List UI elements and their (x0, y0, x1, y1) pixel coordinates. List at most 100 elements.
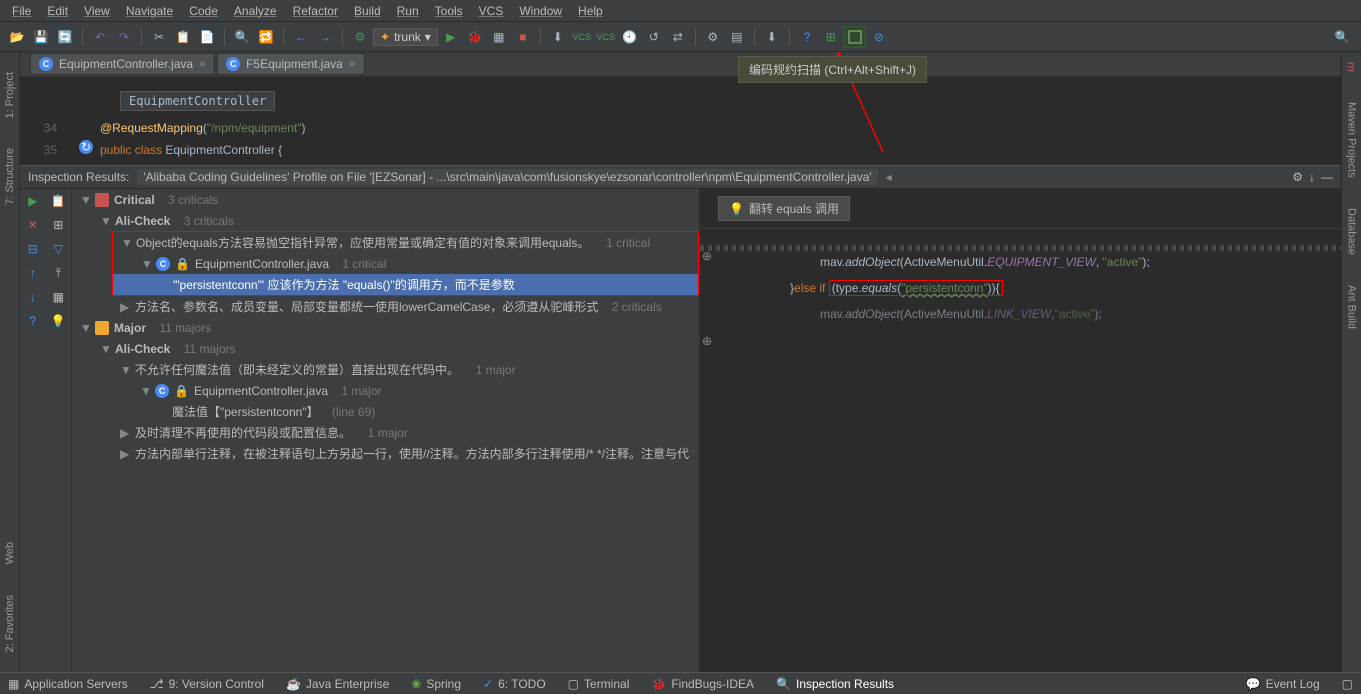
tool-database[interactable]: Database (1346, 208, 1358, 255)
menu-refactor[interactable]: Refactor (285, 2, 346, 20)
status-event-log[interactable]: 💬Event Log (1246, 677, 1320, 691)
help-icon[interactable]: ? (20, 309, 46, 333)
menu-code[interactable]: Code (181, 2, 226, 20)
tree-file[interactable]: ▼C 🔒 EquipmentController.java 1 critical (113, 253, 698, 274)
help-icon[interactable]: ? (796, 26, 818, 48)
menu-navigate[interactable]: Navigate (118, 2, 181, 20)
tree-issue-magic[interactable]: 魔法值【"persistentconn"】 (line 69) (72, 401, 699, 422)
build-icon[interactable]: ⚙ (349, 26, 371, 48)
replace-icon[interactable]: 🔁 (255, 26, 277, 48)
menu-vcs[interactable]: VCS (471, 2, 512, 20)
tool-maven[interactable]: m (1345, 62, 1359, 72)
menu-view[interactable]: View (76, 2, 118, 20)
tool-favorites[interactable]: 2: Favorites (4, 595, 16, 652)
tree-rule-camel[interactable]: ▶方法名、参数名、成员变量、局部变量都统一使用lowerCamelCase，必须… (72, 296, 699, 317)
inspection-tree[interactable]: ▼ Critical 3 criticals ▼Ali-Check 3 crit… (72, 189, 700, 672)
block-icon[interactable]: ⊘ (868, 26, 890, 48)
forward-icon[interactable]: → (314, 26, 336, 48)
tree-rule-comment[interactable]: ▶方法内部单行注释，在被注释语句上方另起一行，使用//注释。方法内部多行注释使用… (72, 443, 699, 464)
coverage-icon[interactable]: ▦ (488, 26, 510, 48)
status-spring[interactable]: ❀Spring (411, 677, 461, 691)
open-icon[interactable]: 📂 (6, 26, 28, 48)
settings-icon[interactable]: ⚙ (702, 26, 724, 48)
settings-icon[interactable]: ⚙ (1292, 170, 1303, 184)
close-icon[interactable]: × (199, 57, 206, 71)
cut-icon[interactable]: ✂ (148, 26, 170, 48)
status-corner-icon[interactable]: ▢ (1342, 677, 1353, 691)
tool-maven-label[interactable]: Maven Projects (1346, 102, 1358, 178)
close-icon[interactable]: ✕ (20, 213, 46, 237)
flip-equals-button[interactable]: 💡 翻转 equals 调用 (718, 196, 850, 221)
tool-structure[interactable]: 7: Structure (4, 148, 16, 205)
search-icon[interactable]: 🔍 (1331, 26, 1353, 48)
filter-icon[interactable]: ▽ (46, 237, 72, 261)
fold-icon[interactable]: ⊕ (702, 334, 712, 348)
tab-equipment-controller[interactable]: C EquipmentController.java × (30, 53, 215, 75)
tree-ali-check[interactable]: ▼Ali-Check 3 criticals (72, 210, 699, 231)
run-icon[interactable]: ▶ (440, 26, 462, 48)
code[interactable]: @RequestMapping("/npm/equipment") public… (100, 117, 306, 161)
paste-icon[interactable]: 📄 (196, 26, 218, 48)
status-findbugs[interactable]: 🐞FindBugs-IDEA (651, 677, 754, 691)
undo-icon[interactable]: ↶ (89, 26, 111, 48)
menu-tools[interactable]: Tools (427, 2, 471, 20)
run-config-select[interactable]: ✦trunk▾ (373, 28, 438, 46)
vcs-update-icon[interactable]: ⬇ (547, 26, 569, 48)
expand-icon[interactable]: ⊞ (46, 213, 72, 237)
menu-window[interactable]: Window (511, 2, 570, 20)
menu-run[interactable]: Run (389, 2, 427, 20)
find-icon[interactable]: 🔍 (231, 26, 253, 48)
menu-build[interactable]: Build (346, 2, 389, 20)
prev-icon[interactable]: ↑ (20, 261, 46, 285)
tab-f5equipment[interactable]: C F5Equipment.java × (217, 53, 365, 75)
vcs-history-icon[interactable]: 🕘 (619, 26, 641, 48)
tree-rule-equals[interactable]: ▼Object的equals方法容易抛空指针异常，应使用常量或确定有值的对象来调… (113, 232, 698, 253)
sdk-icon[interactable]: ⬇ (761, 26, 783, 48)
next-icon[interactable]: ↓ (20, 285, 46, 309)
menu-help[interactable]: Help (570, 2, 611, 20)
export-icon[interactable]: 📋 (46, 189, 72, 213)
tree-ali-check-major[interactable]: ▼Ali-Check 11 majors (72, 338, 699, 359)
tree-issue-selected[interactable]: '"persistentconn"' 应该作为方法 "equals()"的调用方… (113, 274, 698, 295)
status-inspection[interactable]: 🔍Inspection Results (776, 677, 894, 691)
bulb-icon[interactable]: 💡 (46, 309, 72, 333)
plugin-icon[interactable]: ⊞ (820, 26, 842, 48)
status-todo[interactable]: ✓6: TODO (483, 677, 546, 691)
status-terminal[interactable]: ▢Terminal (568, 677, 630, 691)
vcs-commit-icon[interactable]: VCS (571, 26, 593, 48)
scroll-left-icon[interactable]: ◂ (886, 170, 892, 184)
stop-icon[interactable]: ■ (512, 26, 534, 48)
vcs-diff-icon[interactable]: ⇄ (667, 26, 689, 48)
gutter-class-icon[interactable]: ↻ (78, 139, 94, 155)
rerun-icon[interactable]: ▶ (20, 189, 46, 213)
vcs-push-icon[interactable]: VCS (595, 26, 617, 48)
group-icon[interactable]: ▦ (46, 285, 72, 309)
collapse-icon[interactable]: ⊟ (20, 237, 46, 261)
alibaba-scan-icon[interactable] (844, 26, 866, 48)
tool-web[interactable]: Web (4, 542, 16, 564)
refresh-icon[interactable]: 🔄 (54, 26, 76, 48)
structure-icon[interactable]: ▤ (726, 26, 748, 48)
tree-rule-clean[interactable]: ▶及时清理不再使用的代码段或配置信息。 1 major (72, 422, 699, 443)
menu-file[interactable]: File (4, 2, 39, 20)
hide-icon[interactable]: — (1321, 170, 1333, 184)
vcs-revert-icon[interactable]: ↺ (643, 26, 665, 48)
save-icon[interactable]: 💾 (30, 26, 52, 48)
autoscroll-icon[interactable]: ⤒ (46, 261, 72, 285)
status-java-ee[interactable]: ☕Java Enterprise (286, 677, 389, 691)
tree-file-major[interactable]: ▼C 🔒 EquipmentController.java 1 major (72, 380, 699, 401)
debug-icon[interactable]: 🐞 (464, 26, 486, 48)
tree-major[interactable]: ▼ Major 11 majors (72, 317, 699, 338)
close-icon[interactable]: × (349, 57, 356, 71)
tree-rule-magic[interactable]: ▼不允许任何魔法值（即未经定义的常量）直接出现在代码中。 1 major (72, 359, 699, 380)
status-vcs[interactable]: ⎇9: Version Control (150, 677, 264, 691)
preview-code[interactable]: mav.addObject(ActiveMenuUtil.EQUIPMENT_V… (700, 229, 1341, 327)
menu-analyze[interactable]: Analyze (226, 2, 285, 20)
editor[interactable]: EquipmentController 34 35 ↻ @RequestMapp… (20, 77, 1341, 165)
tree-critical[interactable]: ▼ Critical 3 criticals (72, 189, 699, 210)
menu-edit[interactable]: Edit (39, 2, 76, 20)
copy-icon[interactable]: 📋 (172, 26, 194, 48)
breadcrumb[interactable]: EquipmentController (120, 91, 275, 111)
tool-project[interactable]: 1: Project (4, 72, 16, 118)
redo-icon[interactable]: ↷ (113, 26, 135, 48)
